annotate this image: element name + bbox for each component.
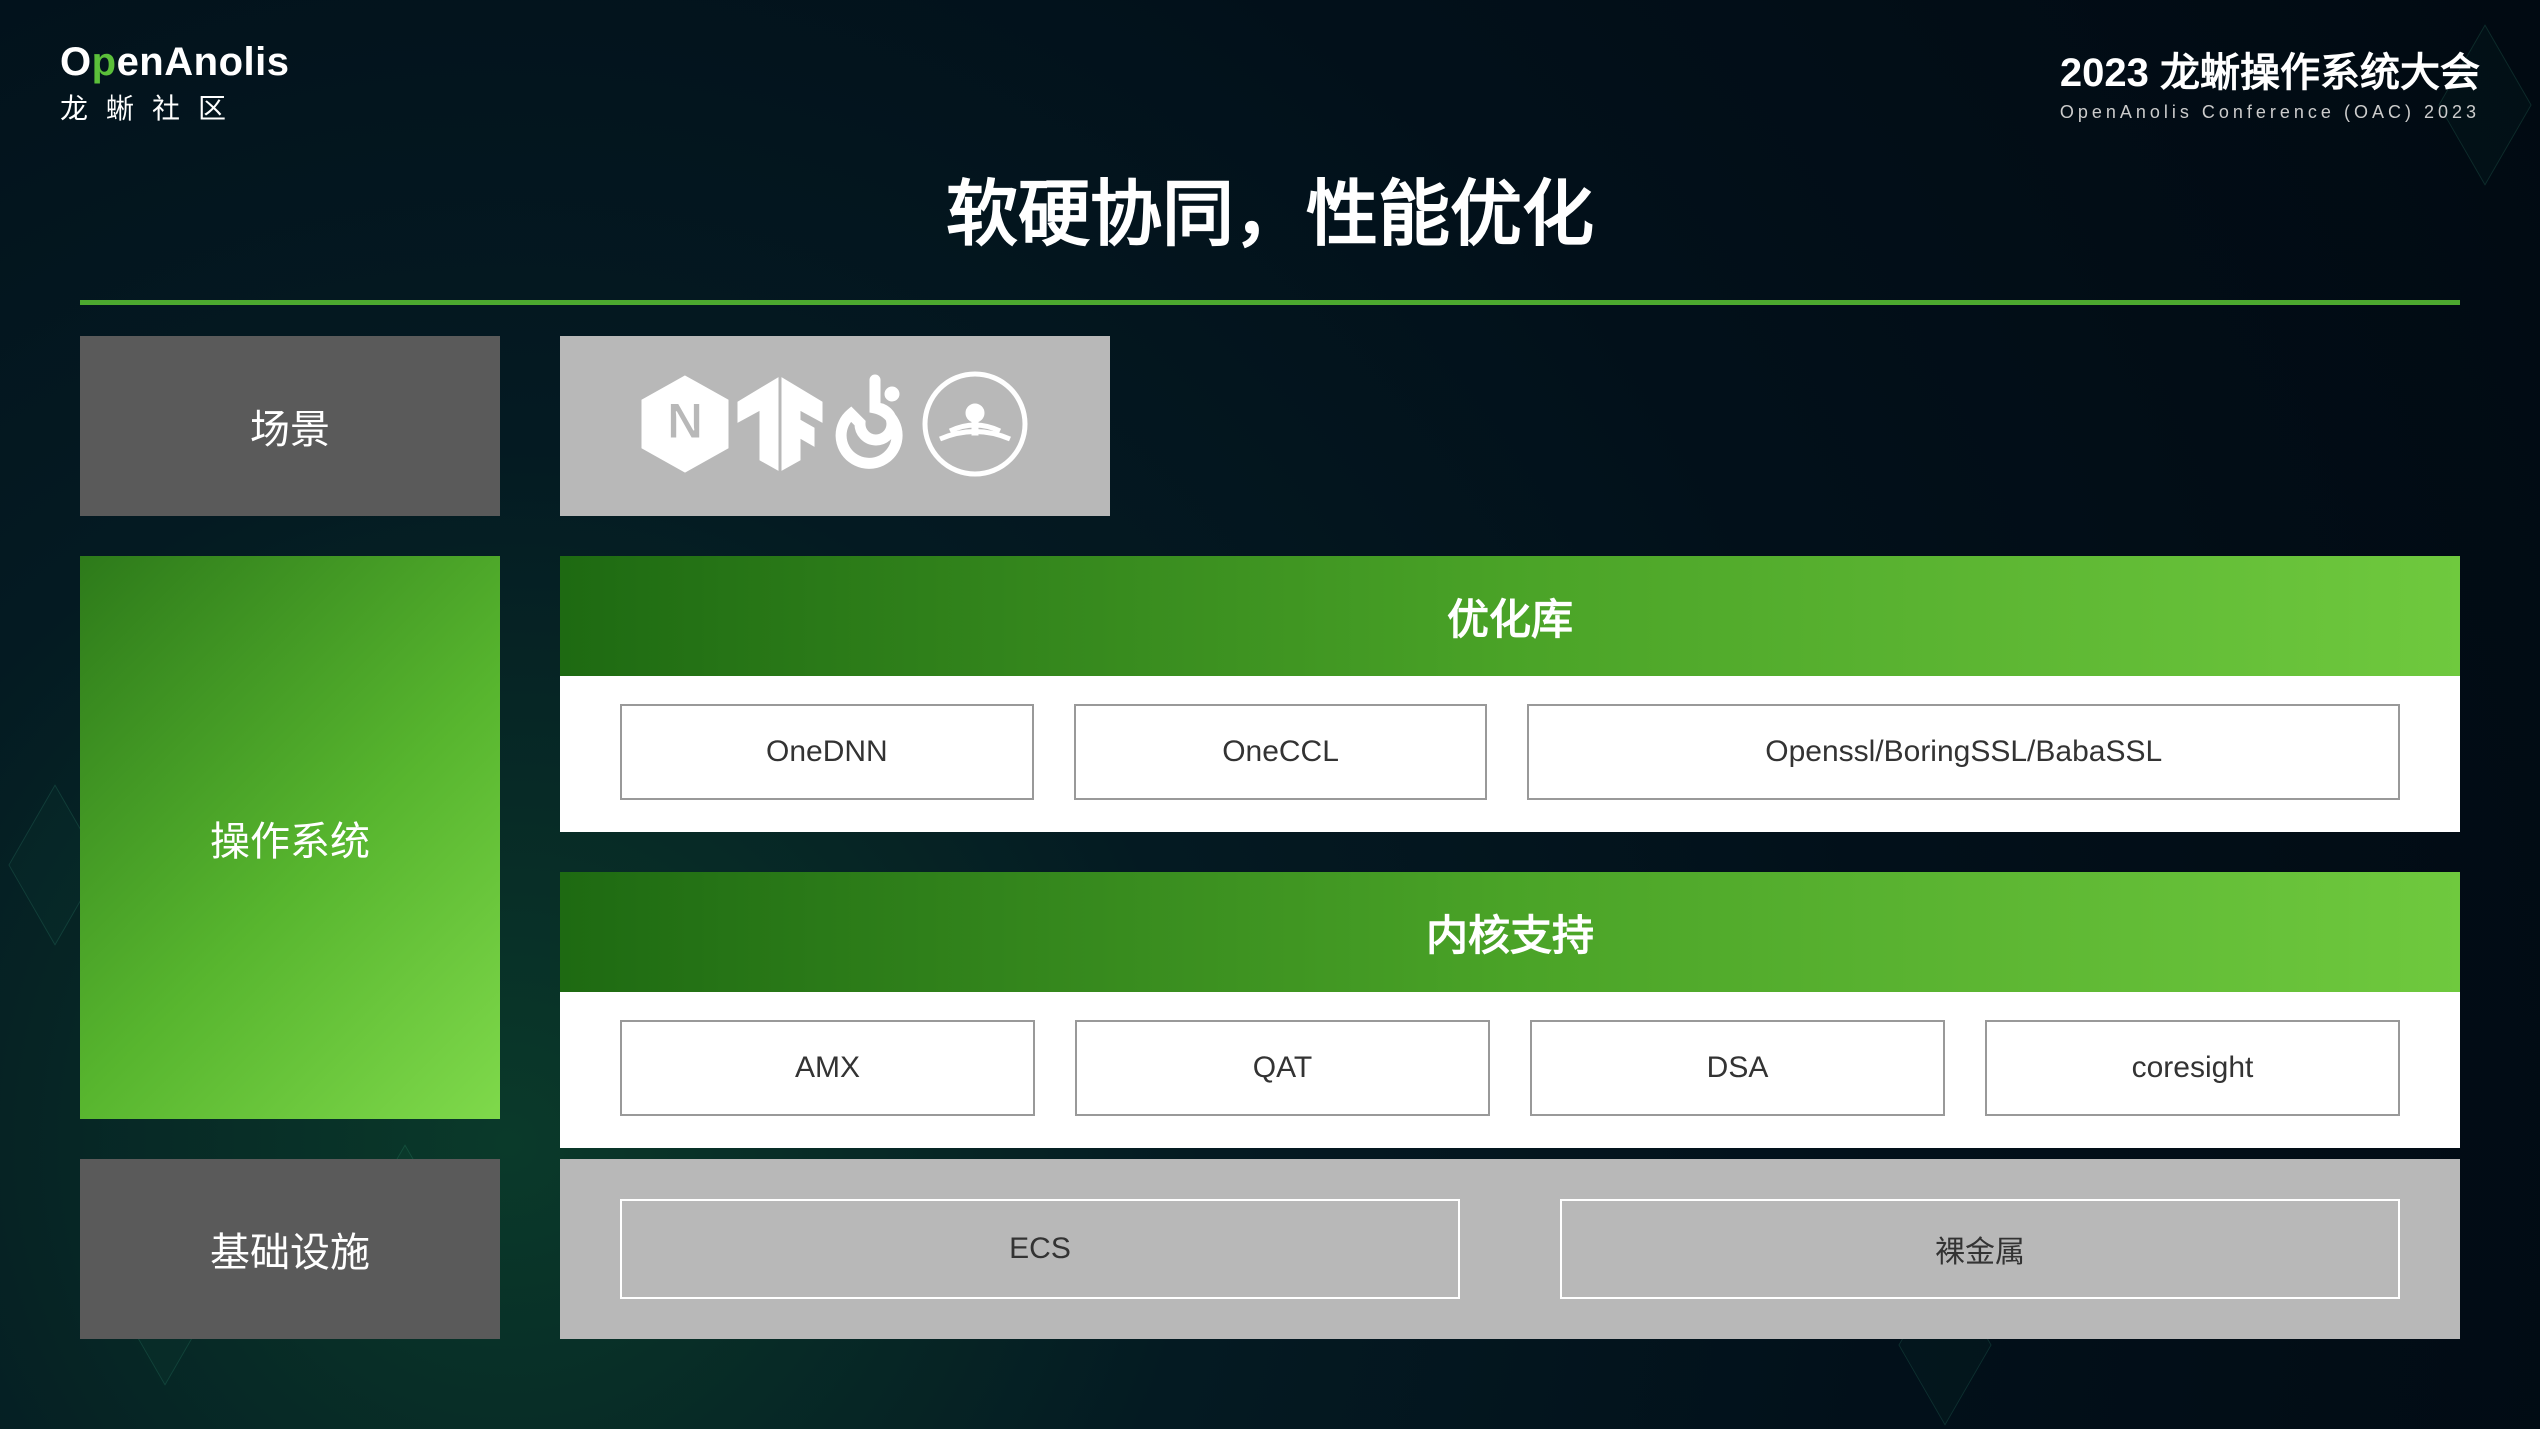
scene-icons-panel: N <box>560 336 1110 516</box>
opt-lib-item: OneDNN <box>620 704 1034 800</box>
row-scene: 场景 N <box>80 336 2460 516</box>
logo-en-post: enAnolis <box>117 40 290 84</box>
kernel-item: AMX <box>620 1020 1035 1116</box>
slide-title: 软硬协同，性能优化 <box>0 155 2540 260</box>
os-label: 操作系统 <box>210 809 370 867</box>
opt-lib-panel: 优化库 OneDNN OneCCL Openssl/BoringSSL/Baba… <box>560 556 2460 832</box>
svg-text:N: N <box>667 393 703 449</box>
network-icon <box>920 369 1030 484</box>
row-os: 操作系统 优化库 OneDNN OneCCL Openssl/BoringSSL… <box>80 556 2460 1119</box>
opt-lib-header: 优化库 <box>560 556 2460 676</box>
kernel-item: DSA <box>1530 1020 1945 1116</box>
infra-item: 裸金属 <box>1560 1199 2400 1299</box>
infra-item: ECS <box>620 1199 1460 1299</box>
kernel-header: 内核支持 <box>560 872 2460 992</box>
conference-badge: 2023 龙蜥操作系统大会 OpenAnolis Conference (OAC… <box>2060 40 2480 123</box>
kernel-item: QAT <box>1075 1020 1490 1116</box>
kernel-item: coresight <box>1985 1020 2400 1116</box>
conference-main: 2023 龙蜥操作系统大会 <box>2060 40 2480 98</box>
logo-en-accent: p <box>92 40 117 84</box>
pytorch-icon <box>830 374 920 479</box>
scene-label: 场景 <box>250 397 330 455</box>
nginx-icon: N <box>640 374 730 479</box>
opt-lib-item: Openssl/BoringSSL/BabaSSL <box>1527 704 2400 800</box>
scene-label-box: 场景 <box>80 336 500 516</box>
diagram-grid: 场景 N <box>80 336 2460 1339</box>
logo-cn: 龙蜥社区 <box>60 87 289 127</box>
kernel-body: AMX QAT DSA coresight <box>560 992 2460 1148</box>
os-label-box: 操作系统 <box>80 556 500 1119</box>
kernel-panel: 内核支持 AMX QAT DSA coresight <box>560 872 2460 1148</box>
os-main-column: 优化库 OneDNN OneCCL Openssl/BoringSSL/Baba… <box>560 556 2460 1119</box>
infra-label: 基础设施 <box>210 1220 370 1278</box>
tensorflow-icon <box>730 374 830 479</box>
logo-en-pre: O <box>60 40 92 84</box>
conference-sub: OpenAnolis Conference (OAC) 2023 <box>2060 102 2480 123</box>
title-underline <box>80 300 2460 305</box>
openanolis-logo: OpenAnolis 龙蜥社区 <box>60 40 289 127</box>
opt-lib-item: OneCCL <box>1074 704 1488 800</box>
infra-panel: ECS 裸金属 <box>560 1159 2460 1339</box>
opt-lib-body: OneDNN OneCCL Openssl/BoringSSL/BabaSSL <box>560 676 2460 832</box>
row-infra: 基础设施 ECS 裸金属 <box>80 1159 2460 1339</box>
infra-label-box: 基础设施 <box>80 1159 500 1339</box>
